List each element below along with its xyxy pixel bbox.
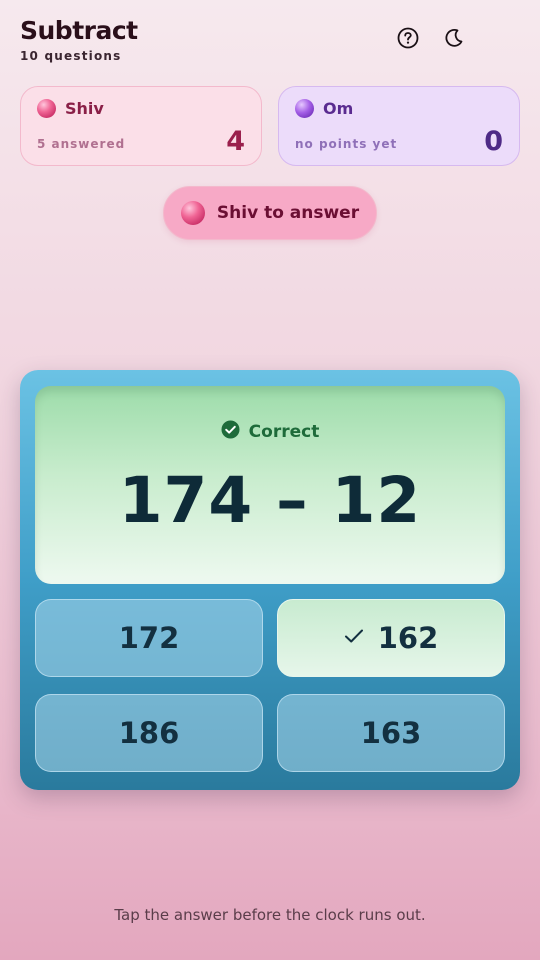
player-card-om: Om no points yet 0: [278, 86, 520, 166]
player-name: Shiv: [65, 99, 104, 118]
check-circle-icon: [221, 420, 240, 443]
answer-label: 172: [118, 621, 180, 655]
answer-button[interactable]: 163: [277, 694, 505, 772]
answer-label: 163: [360, 716, 422, 750]
header-actions: [396, 26, 466, 50]
answer-button-correct[interactable]: 162: [277, 599, 505, 677]
turn-indicator: Shiv to answer: [163, 186, 377, 240]
answer-label: 186: [118, 716, 180, 750]
player-status: no points yet: [295, 137, 398, 151]
player-card-shiv: Shiv 5 answered 4: [20, 86, 262, 166]
header: Subtract 10 questions: [20, 16, 138, 63]
player-score: 0: [484, 126, 503, 157]
question-count: 10 questions: [20, 49, 122, 63]
footer-hint: Tap the answer before the clock runs out…: [114, 906, 426, 924]
turn-label: Shiv to answer: [216, 203, 360, 223]
answer-button[interactable]: 172: [35, 599, 263, 677]
game-board: Correct 174 – 12 172 162 186 163: [20, 370, 520, 790]
player-score: 4: [226, 126, 245, 157]
answer-button[interactable]: 186: [35, 694, 263, 772]
help-icon[interactable]: [396, 26, 420, 50]
player-ball-icon: [180, 201, 205, 225]
result-indicator: Correct: [35, 420, 505, 443]
player-status: 5 answered: [37, 137, 126, 151]
player-name: Om: [323, 99, 354, 118]
answer-label: 162: [377, 621, 439, 655]
dark-mode-moon-icon[interactable]: [442, 26, 466, 50]
question-panel: Correct 174 – 12: [35, 386, 505, 584]
player-ball-icon: [37, 99, 56, 118]
checkmark-icon: [344, 628, 364, 648]
player-ball-icon: [295, 99, 314, 118]
question-text: 174 – 12: [118, 464, 422, 537]
result-label: Correct: [248, 421, 320, 442]
page-title: Subtract: [20, 16, 138, 45]
